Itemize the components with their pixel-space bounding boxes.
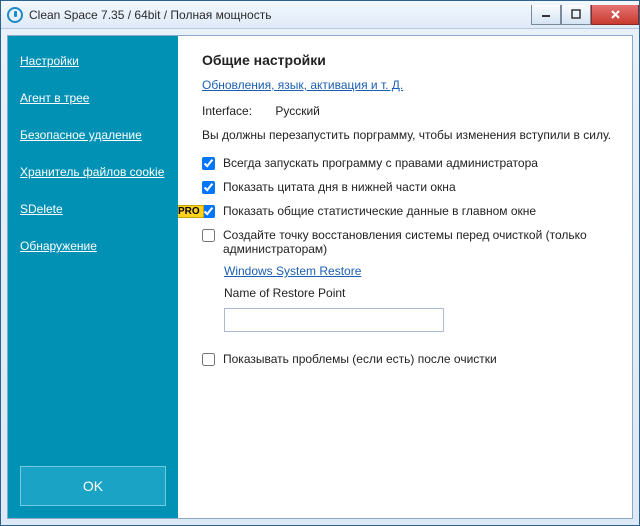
app-window: Clean Space 7.35 / 64bit / Полная мощнос…	[0, 0, 640, 526]
interface-row: Interface: Русский	[202, 104, 618, 118]
main-pane: Общие настройки Обновления, язык, актива…	[178, 36, 632, 518]
checkbox-show-stats[interactable]	[202, 205, 215, 218]
sidebar: Настройки Агент в трее Безопасное удален…	[8, 36, 178, 518]
sidebar-item-cookie-keeper[interactable]: Хранитель файлов cookie	[20, 165, 166, 180]
sidebar-nav: Настройки Агент в трее Безопасное удален…	[8, 36, 178, 272]
page-title: Общие настройки	[202, 52, 618, 68]
check-label: Создайте точку восстановления системы пе…	[223, 228, 618, 256]
window-controls	[531, 5, 639, 25]
restore-subsection: Windows System Restore Name of Restore P…	[224, 264, 618, 332]
interface-label: Interface:	[202, 104, 272, 118]
window-title: Clean Space 7.35 / 64bit / Полная мощнос…	[29, 8, 271, 22]
sidebar-item-secure-delete[interactable]: Безопасное удаление	[20, 128, 166, 143]
restore-name-label: Name of Restore Point	[224, 286, 618, 300]
close-button[interactable]	[591, 5, 639, 25]
check-show-problems[interactable]: Показывать проблемы (если есть) после оч…	[202, 352, 618, 366]
app-icon	[7, 7, 23, 23]
checkbox-run-as-admin[interactable]	[202, 157, 215, 170]
checkbox-list: Всегда запускать программу с правами адм…	[202, 156, 618, 366]
check-label: Показать общие статистические данные в г…	[223, 204, 618, 218]
check-show-quote[interactable]: Показать цитата дня в нижней части окна	[202, 180, 618, 194]
sidebar-item-settings[interactable]: Настройки	[20, 54, 166, 69]
windows-system-restore-link[interactable]: Windows System Restore	[224, 264, 618, 278]
ok-button[interactable]: OK	[20, 466, 166, 506]
checkbox-show-quote[interactable]	[202, 181, 215, 194]
sidebar-footer: OK	[8, 454, 178, 518]
client-area: Настройки Агент в трее Безопасное удален…	[7, 35, 633, 519]
check-label: Показать цитата дня в нижней части окна	[223, 180, 618, 194]
titlebar[interactable]: Clean Space 7.35 / 64bit / Полная мощнос…	[1, 1, 639, 29]
check-show-stats[interactable]: PRO Показать общие статистические данные…	[202, 204, 618, 218]
sidebar-item-sdelete[interactable]: SDelete	[20, 202, 166, 217]
check-label: Показывать проблемы (если есть) после оч…	[223, 352, 618, 366]
updates-link[interactable]: Обновления, язык, активация и т. Д.	[202, 78, 403, 92]
checkbox-show-problems[interactable]	[202, 353, 215, 366]
restore-name-input[interactable]	[224, 308, 444, 332]
interface-value: Русский	[275, 104, 320, 118]
sidebar-item-detection[interactable]: Обнаружение	[20, 239, 166, 254]
minimize-button[interactable]	[531, 5, 561, 25]
check-create-restore[interactable]: Создайте точку восстановления системы пе…	[202, 228, 618, 256]
pro-badge: PRO	[178, 205, 204, 218]
sidebar-item-tray-agent[interactable]: Агент в трее	[20, 91, 166, 106]
restart-notice: Вы должны перезапустить порграмму, чтобы…	[202, 128, 618, 142]
checkbox-create-restore[interactable]	[202, 229, 215, 242]
check-label: Всегда запускать программу с правами адм…	[223, 156, 618, 170]
check-run-as-admin[interactable]: Всегда запускать программу с правами адм…	[202, 156, 618, 170]
maximize-button[interactable]	[561, 5, 591, 25]
